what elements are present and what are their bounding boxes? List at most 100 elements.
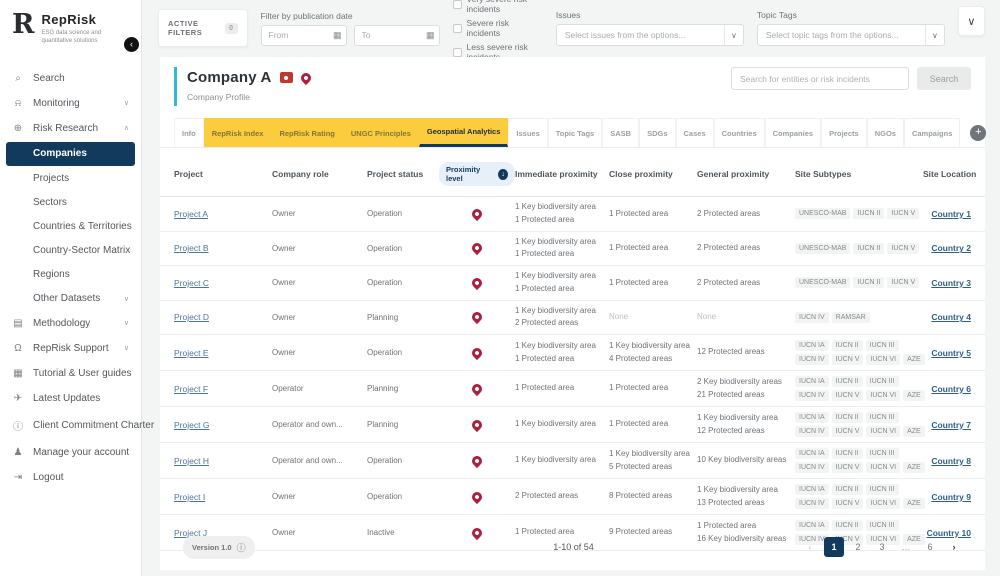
proximity-pin-icon[interactable]	[470, 241, 484, 255]
pagination-item[interactable]: 1	[824, 537, 844, 557]
proximity-pin-icon[interactable]	[470, 276, 484, 290]
profile-tab[interactable]: RepRisk Rating	[271, 118, 342, 147]
sidebar-item[interactable]: ▤ Methodology ∨	[0, 311, 141, 336]
site-location-link[interactable]: Country 1	[931, 209, 971, 219]
profile-tab[interactable]: SDGs	[639, 118, 675, 147]
profile-tab[interactable]: RepRisk Index	[204, 118, 272, 147]
proximity-pin-icon[interactable]	[470, 345, 484, 359]
severity-checkbox-row[interactable]: Severe risk incidents	[453, 18, 543, 38]
sidebar-collapse-button[interactable]: ‹	[124, 37, 139, 52]
profile-tab[interactable]: Topic Tags	[548, 118, 602, 147]
pagination-item[interactable]: 2	[848, 537, 868, 557]
project-link[interactable]: Project B	[174, 243, 209, 253]
project-link[interactable]: Project C	[174, 278, 209, 288]
profile-tab[interactable]: Geospatial Analytics	[419, 118, 509, 147]
filter-panel-toggle-button[interactable]: ∨	[958, 6, 985, 36]
proximity-line: 1 Protected area	[609, 209, 697, 219]
col-header-site-subtypes[interactable]: Site Subtypes	[795, 169, 923, 179]
profile-tab[interactable]: Info	[174, 118, 204, 147]
sort-down-icon[interactable]: ↓	[498, 169, 508, 180]
checkbox-icon[interactable]	[453, 0, 462, 9]
camera-badge-icon[interactable]	[280, 72, 293, 83]
issues-select[interactable]: Select issues from the options... ∨	[556, 24, 744, 46]
search-input[interactable]	[731, 67, 909, 90]
site-location-link[interactable]: Country 6	[931, 384, 971, 394]
col-header-proximity-level[interactable]: Proximity level ↓	[439, 162, 515, 186]
close-proximity-cell: 1 Protected area	[609, 419, 697, 429]
sidebar-item[interactable]: ⇥ Logout	[0, 465, 141, 490]
site-location-link[interactable]: Country 3	[931, 278, 971, 288]
chevron-down-icon[interactable]: ∨	[925, 25, 944, 45]
active-filters-button[interactable]: ACTIVE FILTERS 0	[158, 9, 248, 47]
sidebar-item[interactable]: ♟ Manage your account	[0, 440, 141, 465]
topic-tags-select[interactable]: Select topic tags from the options... ∨	[757, 24, 945, 46]
col-header-project-status[interactable]: Project status	[367, 169, 439, 179]
proximity-pin-icon[interactable]	[470, 381, 484, 395]
profile-tab[interactable]: Projects	[821, 118, 867, 147]
sidebar-item[interactable]: ⓘ Client Commitment Charter	[0, 411, 141, 440]
project-link[interactable]: Project A	[174, 209, 208, 219]
pagination-item[interactable]: 6	[920, 537, 940, 557]
project-link[interactable]: Project H	[174, 456, 209, 466]
proximity-pin-icon[interactable]	[470, 207, 484, 221]
profile-tab[interactable]: Companies	[765, 118, 821, 147]
sidebar-item[interactable]: Ω RepRisk Support ∨	[0, 336, 141, 361]
profile-tab[interactable]: Cases	[676, 118, 714, 147]
location-pin-icon[interactable]	[299, 70, 313, 84]
project-link[interactable]: Project D	[174, 312, 209, 322]
profile-tab[interactable]: SASB	[602, 118, 639, 147]
checkbox-icon[interactable]	[453, 48, 462, 57]
profile-tab[interactable]: NGOs	[867, 118, 904, 147]
col-header-project[interactable]: Project	[174, 169, 272, 179]
sidebar-item[interactable]: Regions	[0, 263, 141, 287]
col-header-general-proximity[interactable]: General proximity	[697, 169, 795, 179]
severity-checkbox-row[interactable]: Very severe risk incidents	[453, 0, 543, 14]
col-header-close-proximity[interactable]: Close proximity	[609, 169, 697, 179]
sidebar-item[interactable]: ✈ Latest Updates	[0, 386, 141, 411]
sidebar-item[interactable]: Other Datasets ∨	[0, 287, 141, 311]
profile-tab[interactable]: Countries	[714, 118, 765, 147]
proximity-pin-icon[interactable]	[470, 453, 484, 467]
calendar-icon[interactable]: ▦	[426, 30, 435, 41]
site-location-link[interactable]: Country 7	[931, 420, 971, 430]
sidebar-item[interactable]: Countries & Territories	[0, 215, 141, 239]
project-link[interactable]: Project E	[174, 348, 209, 358]
proximity-pin-icon[interactable]	[470, 489, 484, 503]
site-location-link[interactable]: Country 5	[931, 348, 971, 358]
sidebar-item[interactable]: Country-Sector Matrix	[0, 239, 141, 263]
sidebar-item[interactable]: Projects	[0, 167, 141, 191]
col-header-site-location[interactable]: Site Location	[923, 169, 976, 179]
sidebar-item[interactable]: ⌕ Search	[0, 66, 141, 91]
site-location-link[interactable]: Country 2	[931, 243, 971, 253]
proximity-line: 1 Key biodiversity area	[609, 449, 697, 459]
profile-tab[interactable]: Issues	[508, 118, 547, 147]
col-header-immediate-proximity[interactable]: Immediate proximity	[515, 169, 609, 179]
proximity-pin-icon[interactable]	[470, 310, 484, 324]
site-location-link[interactable]: Country 8	[931, 456, 971, 466]
add-tab-button[interactable]: +	[970, 125, 986, 141]
pagination-item[interactable]: ›	[944, 537, 964, 557]
calendar-icon[interactable]: ▦	[333, 30, 342, 41]
proximity-line: 2 Protected areas	[697, 243, 795, 253]
page-title: Company A	[187, 69, 272, 86]
pagination-item[interactable]: 3	[872, 537, 892, 557]
sidebar-item[interactable]: ⊕ Risk Research ∧	[0, 116, 141, 141]
project-link[interactable]: Project G	[174, 420, 209, 430]
search-button[interactable]: Search	[917, 67, 971, 90]
project-link[interactable]: Project I	[174, 492, 205, 502]
site-location-link[interactable]: Country 4	[931, 312, 971, 322]
sidebar-item[interactable]: ▦ Tutorial & User guides	[0, 361, 141, 386]
pagination-item[interactable]: ‹	[800, 537, 820, 557]
sidebar-item[interactable]: Companies	[6, 142, 135, 166]
chevron-down-icon[interactable]: ∨	[724, 25, 743, 45]
sidebar-item[interactable]: Sectors	[0, 191, 141, 215]
pagination-item[interactable]: …	[896, 537, 916, 557]
site-location-link[interactable]: Country 9	[931, 492, 971, 502]
proximity-pin-icon[interactable]	[470, 417, 484, 431]
checkbox-icon[interactable]	[453, 24, 462, 33]
sidebar-item[interactable]: ⍾ Monitoring ∨	[0, 91, 141, 116]
profile-tab[interactable]: UNGC Principles	[343, 118, 419, 147]
project-link[interactable]: Project F	[174, 384, 208, 394]
profile-tab[interactable]: Campaigns	[904, 118, 960, 147]
col-header-company-role[interactable]: Company role	[272, 169, 367, 179]
